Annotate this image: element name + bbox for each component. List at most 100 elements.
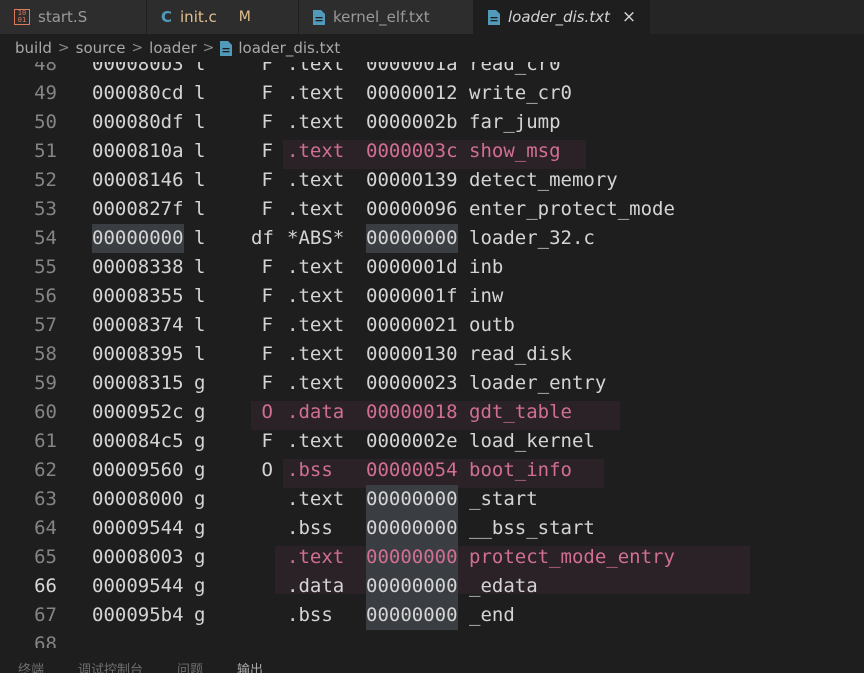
tab-label: kernel_elf.txt: [333, 8, 430, 26]
symbol-size: 0000001f: [366, 285, 458, 307]
code-line[interactable]: 53 0000827f l F .text 00000096 enter_protect_m…: [0, 195, 864, 224]
symbol-section: *ABS*: [287, 227, 345, 249]
symbol-scope: l: [194, 111, 206, 133]
panel-tab-problems[interactable]: 问题: [177, 661, 203, 673]
code-line[interactable]: 51 0000810a l F .text 0000003c show_msg: [0, 137, 864, 166]
symbol-scope: l: [194, 343, 206, 365]
symbol-name: _start: [469, 488, 538, 510]
code-line[interactable]: 65 00008003 g .text 00000000 protect_mode_ent…: [0, 543, 864, 572]
symbol-flags: F: [261, 256, 273, 278]
symbol-scope: g: [194, 401, 206, 423]
code-line[interactable]: 60 0000952c g O .data 00000018 gdt_table: [0, 398, 864, 427]
code-line[interactable]: 59 00008315 g F .text 00000023 loader_entry: [0, 369, 864, 398]
code-line[interactable]: 63 00008000 g .text 00000000 _start: [0, 485, 864, 514]
symbol-flags: F: [261, 430, 273, 452]
symbol-size: 0000002e: [366, 430, 458, 452]
symbol-flags: F: [261, 285, 273, 307]
line-number: 56: [34, 285, 57, 307]
symbol-section: .text: [287, 343, 345, 365]
code-line[interactable]: 68: [0, 630, 864, 648]
tab-start-s[interactable]: 10 01 start.S: [0, 0, 147, 34]
line-number: 62: [34, 459, 57, 481]
breadcrumb-item-file[interactable]: loader_dis.txt: [238, 39, 340, 57]
symbol-section: .data: [287, 575, 345, 597]
breadcrumb-item-build[interactable]: build: [15, 39, 52, 57]
chevron-right-icon: >: [57, 40, 70, 56]
line-number: 66: [34, 575, 57, 597]
symbol-size: 0000001d: [366, 256, 458, 278]
symbol-size: 00000130: [366, 343, 458, 365]
symbol-scope: l: [194, 198, 206, 220]
breadcrumb: build > source > loader > loader_dis.txt: [0, 34, 864, 62]
line-number: 50: [34, 111, 57, 133]
line-number: 58: [34, 343, 57, 365]
line-number: 55: [34, 256, 57, 278]
panel-tab-terminal[interactable]: 终端: [18, 661, 44, 673]
code-line[interactable]: 56 00008355 l F .text 0000001f inw: [0, 282, 864, 311]
code-line[interactable]: 66 00009544 g .data 00000000 _edata: [0, 572, 864, 601]
symbol-scope: l: [194, 169, 206, 191]
symbol-size: 00000000: [366, 572, 458, 601]
symbol-section: .text: [287, 488, 345, 510]
editor-text-area[interactable]: 48 000080b3 l F .text 0000001a read_cr0 49 00008…: [0, 62, 864, 648]
symbol-size: 00000000: [366, 224, 458, 253]
code-line[interactable]: 48 000080b3 l F .text 0000001a read_cr0: [0, 62, 864, 79]
symbol-name: show_msg: [469, 140, 561, 162]
code-line[interactable]: 57 00008374 l F .text 00000021 outb: [0, 311, 864, 340]
symbol-address: 00008355: [92, 285, 184, 307]
breadcrumb-item-loader[interactable]: loader: [149, 39, 196, 57]
symbol-section: .text: [287, 256, 345, 278]
symbol-address: 00008146: [92, 169, 184, 191]
symbol-scope: g: [194, 604, 206, 626]
code-line[interactable]: 58 00008395 l F .text 00000130 read_disk: [0, 340, 864, 369]
symbol-flags: F: [261, 140, 273, 162]
symbol-address: 000080b3: [92, 62, 184, 75]
symbol-scope: g: [194, 459, 206, 481]
symbol-size: 00000096: [366, 198, 458, 220]
line-number: 63: [34, 488, 57, 510]
symbol-address: 000095b4: [92, 604, 184, 626]
symbol-address: 00008395: [92, 343, 184, 365]
line-number: 49: [34, 82, 57, 104]
code-line[interactable]: 62 00009560 g O .bss 00000054 boot_info: [0, 456, 864, 485]
panel-tab-output[interactable]: 输出: [237, 661, 263, 673]
symbol-scope: g: [194, 517, 206, 539]
chevron-right-icon: >: [131, 40, 144, 56]
line-number: 53: [34, 198, 57, 220]
panel-tab-debug-console[interactable]: 调试控制台: [78, 661, 143, 673]
symbol-size: 00000000: [366, 485, 458, 514]
symbol-flags: F: [261, 314, 273, 336]
code-line[interactable]: 64 00009544 g .bss 00000000 __bss_start: [0, 514, 864, 543]
symbol-section: .text: [287, 140, 345, 162]
symbol-address: 00009560: [92, 459, 184, 481]
symbol-address: 000080df: [92, 111, 184, 133]
symbol-name: detect_memory: [469, 169, 618, 191]
code-line[interactable]: 61 000084c5 g F .text 0000002e load_kernel: [0, 427, 864, 456]
code-line[interactable]: 67 000095b4 g .bss 00000000 _end: [0, 601, 864, 630]
symbol-name: far_jump: [469, 111, 561, 133]
tab-init-c[interactable]: C init.c M: [147, 0, 299, 34]
line-number: 48: [34, 62, 57, 75]
symbol-flags: F: [261, 372, 273, 394]
symbol-size: 0000001a: [366, 62, 458, 75]
code-line[interactable]: 54 00000000 l df *ABS* 00000000 loader_32.c: [0, 224, 864, 253]
code-line[interactable]: 52 00008146 l F .text 00000139 detect_memory: [0, 166, 864, 195]
symbol-scope: l: [194, 256, 206, 278]
symbol-section: .bss: [287, 604, 333, 626]
text-file-icon: [488, 9, 500, 25]
code-line[interactable]: 55 00008338 l F .text 0000001d inb: [0, 253, 864, 282]
code-line[interactable]: 50 000080df l F .text 0000002b far_jump: [0, 108, 864, 137]
symbol-name: write_cr0: [469, 82, 572, 104]
symbol-size: 00000021: [366, 314, 458, 336]
symbol-address: 000080cd: [92, 82, 184, 104]
symbol-address: 0000952c: [92, 401, 184, 423]
code-line[interactable]: 49 000080cd l F .text 00000012 write_cr0: [0, 79, 864, 108]
tab-kernel-elf-txt[interactable]: kernel_elf.txt: [299, 0, 474, 34]
symbol-address: 00008315: [92, 372, 184, 394]
editor-tab-bar: 10 01 start.S C init.c M kernel_elf.txt …: [0, 0, 864, 34]
tab-loader-dis-txt[interactable]: loader_dis.txt ×: [474, 0, 650, 34]
symbol-name: __bss_start: [469, 517, 595, 539]
symbol-scope: l: [194, 227, 206, 249]
breadcrumb-item-source[interactable]: source: [76, 39, 126, 57]
close-icon[interactable]: ×: [622, 7, 636, 27]
